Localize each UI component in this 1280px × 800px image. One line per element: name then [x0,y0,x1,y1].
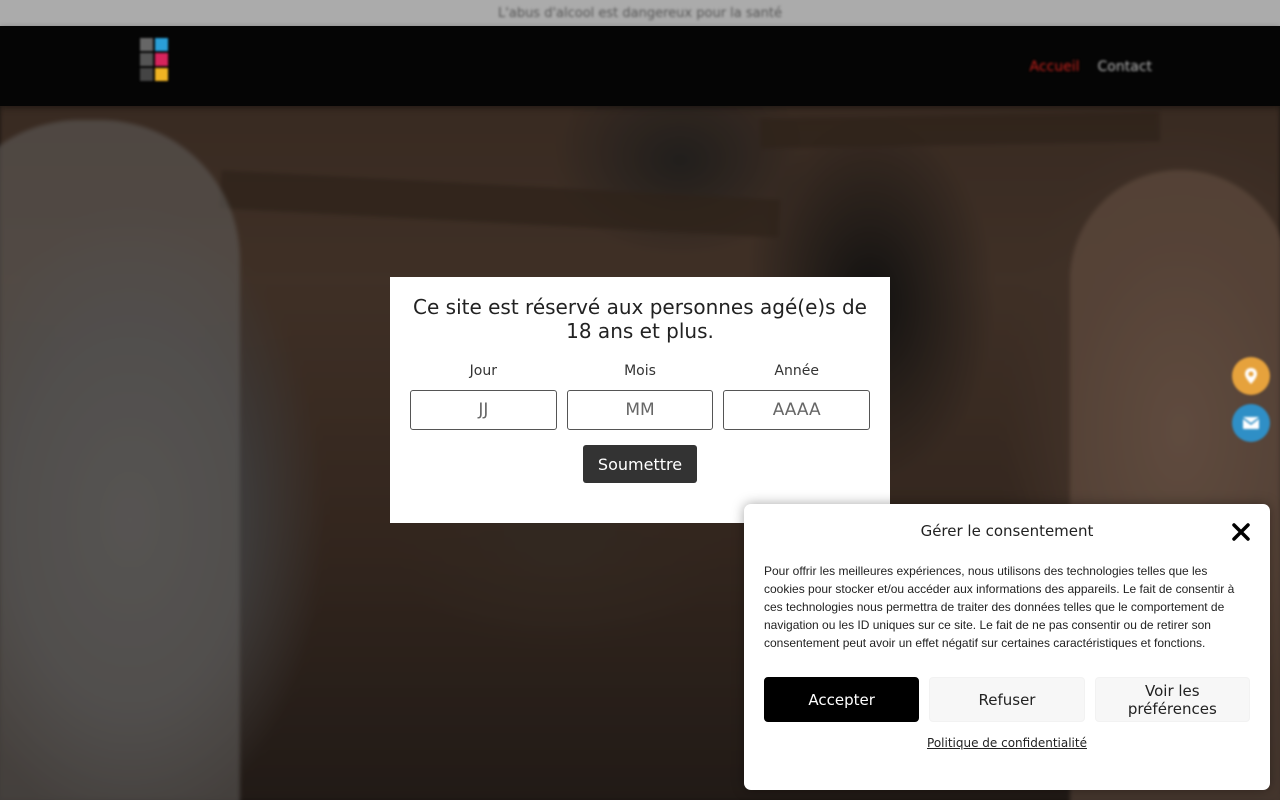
day-field-group: Jour [410,363,557,430]
age-verification-modal: Ce site est réservé aux personnes agé(e)… [390,277,890,523]
month-label: Mois [624,363,656,379]
close-icon [1232,523,1250,541]
privacy-policy-link[interactable]: Politique de confidentialité [764,736,1250,750]
age-gate-title: Ce site est réservé aux personnes agé(e)… [413,295,867,343]
announcement-bar: L'abus d'alcool est dangereux pour la sa… [0,0,1280,26]
year-input[interactable] [723,390,871,430]
year-field-group: Année [723,363,871,430]
page: L'abus d'alcool est dangereux pour la sa… [0,0,1280,800]
cookie-consent-banner: Gérer le consentement Pour offrir les me… [744,504,1270,790]
refuse-button[interactable]: Refuser [929,677,1085,722]
location-button[interactable] [1232,357,1270,395]
view-preferences-button[interactable]: Voir les préférences [1094,677,1250,722]
consent-title: Gérer le consentement [920,522,1094,540]
day-label: Jour [469,363,497,379]
site-header: Accueil Contact [0,26,1280,106]
month-input[interactable] [566,390,714,430]
email-button[interactable] [1232,404,1270,442]
nav-item-accueil[interactable]: Accueil [1030,59,1080,75]
mail-icon [1242,417,1260,429]
birthdate-fields: Jour Mois Année [410,363,871,430]
accept-button[interactable]: Accepter [764,677,920,722]
announcement-text: L'abus d'alcool est dangereux pour la sa… [498,5,782,21]
consent-actions: Accepter Refuser Voir les préférences [764,677,1250,722]
day-input[interactable] [410,390,557,430]
site-logo[interactable] [140,38,182,94]
month-field-group: Mois [566,363,714,430]
main-nav: Accueil Contact [1030,59,1152,75]
consent-description: Pour offrir les meilleures expériences, … [764,564,1235,650]
map-pin-icon [1245,368,1257,384]
nav-item-contact[interactable]: Contact [1098,59,1152,75]
year-label: Année [774,363,819,379]
submit-button[interactable]: Soumettre [582,445,698,483]
close-button[interactable] [1230,521,1252,543]
